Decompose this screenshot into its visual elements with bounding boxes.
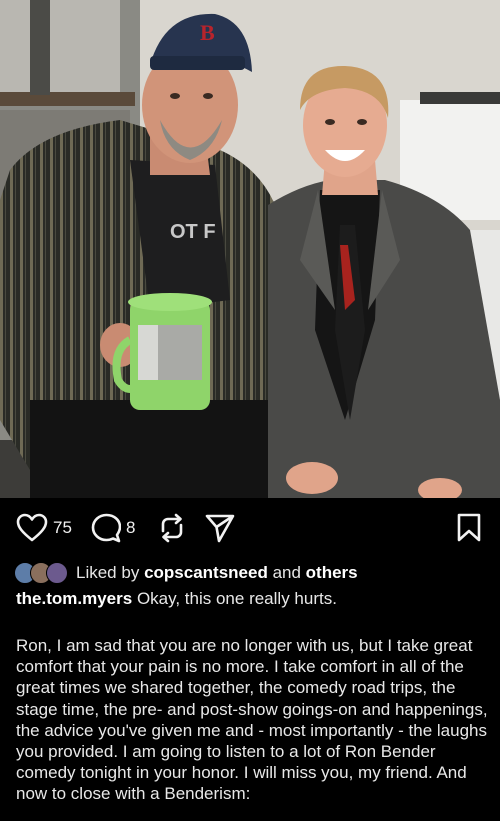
send-button[interactable]: [205, 513, 235, 543]
liked-by-others[interactable]: others: [306, 563, 358, 582]
repost-button[interactable]: [157, 513, 187, 543]
photo-illustration: OT F B: [0, 0, 500, 498]
post-photo[interactable]: OT F B: [0, 0, 500, 498]
heart-icon: [16, 513, 48, 542]
bookmark-icon: [457, 513, 481, 542]
liked-by-text: Liked by copscantsneed and others: [76, 563, 358, 582]
repost-icon: [161, 513, 183, 543]
comment-button[interactable]: 8: [91, 513, 135, 543]
caption-body: Ron, I am sad that you are no longer wit…: [16, 636, 488, 804]
like-count: 75: [53, 518, 72, 537]
comment-bubble-icon: [91, 513, 121, 543]
svg-text:OT F: OT F: [170, 221, 216, 243]
comment-count: 8: [126, 518, 136, 537]
avatar: [46, 562, 68, 584]
save-button[interactable]: [456, 513, 482, 543]
action-bar: 75 8: [0, 498, 500, 558]
caption-first-line: the.tom.myers Okay, this one really hurt…: [16, 589, 337, 609]
author-username[interactable]: the.tom.myers: [16, 589, 132, 608]
liked-by-row[interactable]: Liked by copscantsneed and others: [14, 562, 358, 584]
liked-by-avatars: [14, 562, 72, 584]
caption-first: Okay, this one really hurts.: [136, 589, 337, 608]
liked-by-username[interactable]: copscantsneed: [144, 563, 268, 582]
send-icon: [205, 514, 235, 543]
like-button[interactable]: 75: [16, 513, 72, 543]
svg-text:B: B: [200, 20, 215, 45]
